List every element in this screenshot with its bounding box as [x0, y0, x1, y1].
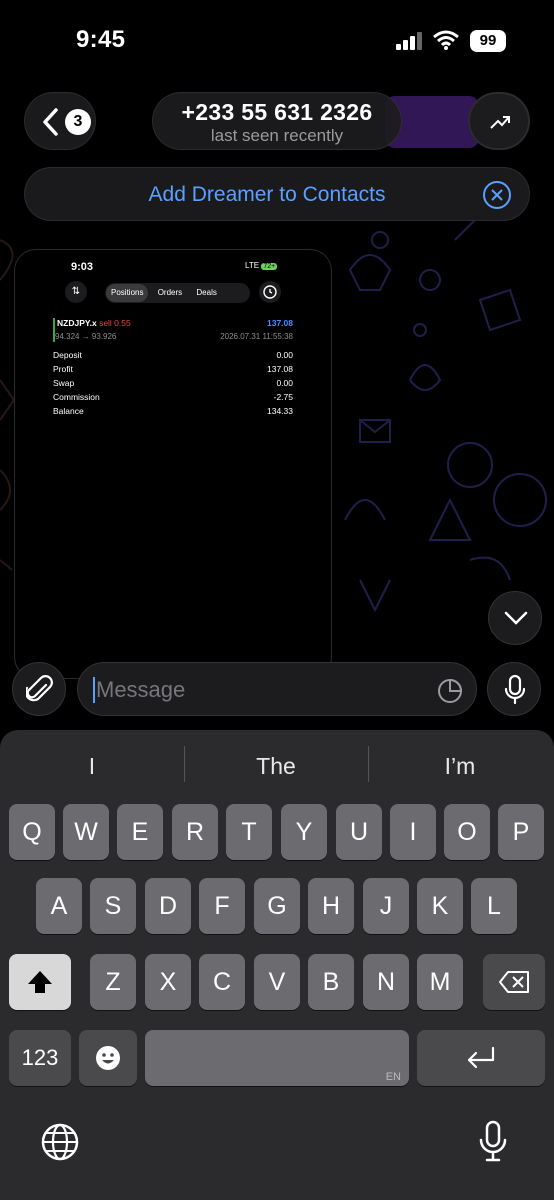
key-j[interactable]: J	[363, 878, 409, 934]
screenshot-battery: 72+	[261, 263, 278, 270]
battery-indicator: 99	[470, 30, 506, 52]
symbol-name: NZDJPY.x	[57, 318, 97, 328]
key-y[interactable]: Y	[281, 804, 327, 860]
scroll-to-bottom-button[interactable]	[488, 591, 542, 645]
key-k[interactable]: K	[417, 878, 463, 934]
key-q[interactable]: Q	[9, 804, 55, 860]
paperclip-icon	[26, 675, 53, 702]
sort-icon: ⇅	[65, 281, 87, 303]
key-f[interactable]: F	[199, 878, 245, 934]
key-v[interactable]: V	[254, 954, 300, 1010]
contact-name: +233 55 631 2326	[181, 99, 373, 125]
key-u[interactable]: U	[336, 804, 382, 860]
key-m[interactable]: M	[417, 954, 463, 1010]
summary-value: 0.00	[276, 378, 293, 388]
globe-icon[interactable]	[40, 1122, 80, 1162]
key-o[interactable]: O	[444, 804, 490, 860]
position-datetime: 2026.07.31 11:55:38	[220, 332, 293, 341]
screenshot-tabs: Positions Orders Deals	[105, 283, 250, 303]
chat-title[interactable]: +233 55 631 2326 last seen recently	[152, 92, 402, 150]
key-t[interactable]: T	[226, 804, 272, 860]
suggestion-divider	[184, 746, 185, 782]
summary-label: Swap	[53, 378, 75, 388]
message-placeholder: Message	[96, 677, 186, 702]
sticker-icon[interactable]	[436, 677, 464, 705]
backspace-icon	[499, 971, 529, 993]
microphone-icon	[504, 675, 526, 705]
tab-orders: Orders	[157, 288, 183, 297]
summary-value: 0.00	[276, 350, 293, 360]
emoji-icon	[96, 1046, 120, 1070]
key-n[interactable]: N	[363, 954, 409, 1010]
shift-icon	[28, 971, 52, 993]
dictation-microphone-icon[interactable]	[478, 1120, 508, 1164]
key-l[interactable]: L	[471, 878, 517, 934]
text-caret	[93, 677, 95, 703]
return-icon	[467, 1046, 495, 1069]
suggestion-1[interactable]: I	[14, 748, 170, 784]
key-c[interactable]: C	[199, 954, 245, 1010]
key-e[interactable]: E	[117, 804, 163, 860]
screenshot-network: LTE	[245, 261, 260, 270]
key-s[interactable]: S	[90, 878, 136, 934]
summary-label: Commission	[53, 392, 100, 402]
voice-message-button[interactable]	[487, 662, 541, 716]
space-language-label: EN	[385, 1071, 401, 1083]
key-p[interactable]: P	[498, 804, 544, 860]
message-input[interactable]: Message	[77, 662, 477, 716]
delete-key[interactable]	[483, 954, 545, 1010]
keyboard: I The I’m Q W E R T Y U I O P A S D F G …	[0, 730, 554, 1200]
key-d[interactable]: D	[145, 878, 191, 934]
back-button[interactable]: 3	[24, 92, 96, 150]
add-to-contacts-label[interactable]: Add Dreamer to Contacts	[149, 183, 386, 206]
cellular-signal-icon	[396, 32, 422, 50]
tab-deals: Deals	[196, 288, 217, 297]
summary-label: Deposit	[53, 350, 82, 360]
summary-value: 137.08	[267, 364, 293, 374]
key-w[interactable]: W	[63, 804, 109, 860]
suggestion-divider	[368, 746, 369, 782]
position-profit: 137.08	[267, 318, 293, 328]
trend-up-icon	[490, 116, 510, 129]
status-time: 9:45	[76, 26, 126, 53]
avatar[interactable]	[468, 92, 530, 150]
key-i[interactable]: I	[390, 804, 436, 860]
numbers-key[interactable]: 123	[9, 1030, 71, 1086]
chevron-left-icon	[43, 108, 58, 136]
contact-status: last seen recently	[210, 126, 344, 145]
summary-value: 134.33	[267, 406, 293, 416]
key-r[interactable]: R	[172, 804, 218, 860]
summary-label: Balance	[53, 406, 84, 416]
tab-positions: Positions	[106, 284, 149, 302]
add-to-contacts-banner[interactable]: Add Dreamer to Contacts	[24, 167, 530, 221]
summary-label: Profit	[53, 364, 73, 374]
suggestion-3[interactable]: I’m	[382, 748, 538, 784]
position-side: sell 0.55	[99, 318, 131, 328]
wifi-icon	[433, 30, 459, 50]
key-h[interactable]: H	[308, 878, 354, 934]
summary-value: -2.75	[273, 392, 293, 402]
screenshot-time: 9:03	[71, 261, 94, 273]
key-g[interactable]: G	[254, 878, 300, 934]
return-key[interactable]	[417, 1030, 545, 1086]
key-a[interactable]: A	[36, 878, 82, 934]
shift-key[interactable]	[9, 954, 71, 1010]
unread-count-badge: 3	[65, 109, 91, 135]
status-bar: 9:45 99	[0, 0, 554, 84]
chevron-down-icon	[504, 611, 528, 625]
attach-button[interactable]	[12, 662, 66, 716]
emoji-key[interactable]	[79, 1030, 137, 1086]
key-b[interactable]: B	[308, 954, 354, 1010]
clock-icon	[259, 281, 281, 303]
close-banner-button[interactable]	[483, 181, 511, 209]
image-message[interactable]: 9:03 LTE 72+ ⇅ Positions Orders Deals NZ…	[14, 249, 332, 679]
suggestion-2[interactable]: The	[198, 748, 354, 784]
position-prices: 94.324 → 93.926	[55, 332, 117, 341]
key-x[interactable]: X	[145, 954, 191, 1010]
screenshot-status: LTE 72+	[245, 261, 278, 270]
key-z[interactable]: Z	[90, 954, 136, 1010]
close-icon	[491, 189, 503, 201]
space-bar[interactable]: EN	[145, 1030, 409, 1086]
